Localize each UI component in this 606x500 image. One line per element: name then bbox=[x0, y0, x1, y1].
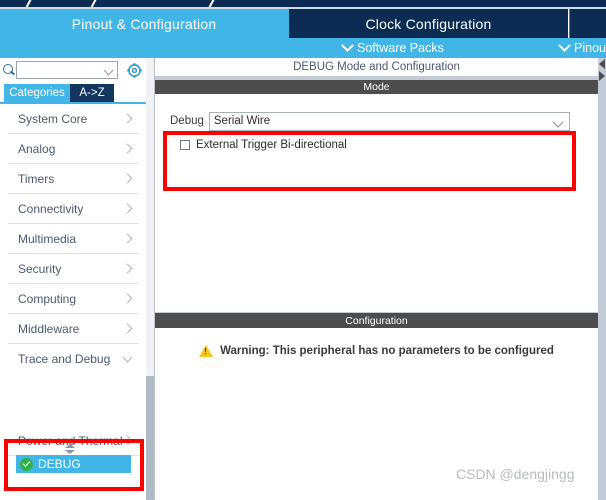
tab-overflow[interactable] bbox=[569, 9, 606, 38]
highlight-box-debug-item bbox=[4, 439, 144, 491]
application-window: Pinout & Configuration Clock Configurati… bbox=[0, 0, 606, 500]
panel-scrollbar[interactable] bbox=[598, 58, 606, 312]
panel-title: DEBUG Mode and Configuration bbox=[155, 58, 598, 76]
sidebar-item-computing[interactable]: Computing bbox=[8, 284, 139, 314]
warning-text: Warning: This peripheral has no paramete… bbox=[220, 345, 554, 357]
chevron-right-icon bbox=[122, 293, 133, 304]
tab-label: Pinout & Configuration bbox=[71, 15, 217, 32]
tab-pinout-configuration[interactable]: Pinout & Configuration bbox=[0, 9, 288, 38]
sidebar-item-analog[interactable]: Analog bbox=[8, 134, 139, 164]
chevron-right-icon bbox=[122, 203, 133, 214]
tab-label: Categories bbox=[9, 87, 65, 99]
gear-icon[interactable] bbox=[127, 62, 142, 78]
tab-a-to-z[interactable]: A->Z bbox=[70, 84, 114, 102]
category-label: Analog bbox=[18, 141, 56, 156]
software-packs-menu[interactable]: Software Packs bbox=[341, 38, 444, 58]
configuration-header-label: Configuration bbox=[345, 314, 408, 327]
mode-section-body: Debug Serial Wire External Trigger Bi-di… bbox=[155, 94, 598, 312]
tab-clock-configuration[interactable]: Clock Configuration bbox=[288, 9, 568, 38]
search-input[interactable] bbox=[19, 62, 103, 78]
search-icon bbox=[0, 58, 16, 82]
category-label: Computing bbox=[18, 291, 77, 306]
chevron-right-icon bbox=[122, 173, 133, 184]
configuration-panel: DEBUG Mode and Configuration Mode Debug … bbox=[155, 58, 606, 500]
chevron-down-icon bbox=[552, 115, 564, 128]
pinout-menu[interactable]: Pinou bbox=[558, 38, 606, 58]
scroll-left-arrow-icon[interactable] bbox=[599, 59, 605, 69]
mode-section-header: Mode bbox=[155, 80, 598, 94]
mode-header-label: Mode bbox=[363, 81, 390, 93]
window-title-strip bbox=[0, 0, 606, 11]
highlight-box-mode-fields bbox=[163, 131, 576, 191]
chevron-down-icon bbox=[558, 38, 571, 52]
chevron-right-icon bbox=[122, 113, 133, 124]
watermark: CSDN @dengjingg bbox=[456, 466, 575, 482]
configuration-section-header: Configuration bbox=[155, 313, 598, 328]
warning-triangle-icon bbox=[199, 345, 214, 357]
sidebar-scrollbar[interactable] bbox=[146, 58, 154, 500]
main-tab-bar: Pinout & Configuration Clock Configurati… bbox=[0, 9, 606, 38]
category-label: System Core bbox=[18, 111, 88, 126]
category-label: Middleware bbox=[18, 321, 80, 336]
sidebar-item-trace-and-debug[interactable]: Trace and Debug bbox=[8, 344, 139, 374]
category-label: Security bbox=[18, 261, 62, 276]
software-packs-label: Software Packs bbox=[357, 41, 444, 55]
debug-mode-select[interactable]: Serial Wire bbox=[208, 111, 570, 131]
chevron-right-icon bbox=[122, 233, 133, 244]
chevron-down-icon bbox=[341, 38, 354, 52]
debug-mode-value: Serial Wire bbox=[213, 115, 271, 127]
chevron-down-icon[interactable] bbox=[103, 65, 114, 76]
scroll-right-arrow-icon[interactable] bbox=[599, 71, 605, 81]
category-label: Trace and Debug bbox=[18, 352, 111, 366]
chevron-right-icon bbox=[122, 263, 133, 274]
sidebar-item-middleware[interactable]: Middleware bbox=[8, 314, 139, 344]
chevron-right-icon bbox=[122, 323, 133, 334]
tab-categories[interactable]: Categories bbox=[4, 84, 70, 102]
sidebar-mode-tabs: Categories A->Z bbox=[0, 84, 155, 102]
tab-label: Clock Configuration bbox=[365, 15, 492, 32]
debug-field-label: Debug bbox=[170, 115, 204, 127]
sidebar-item-system-core[interactable]: System Core bbox=[8, 104, 139, 134]
category-label: Timers bbox=[18, 171, 55, 186]
warning-row: Warning: This peripheral has no paramete… bbox=[155, 342, 598, 360]
debug-field-row: Debug Serial Wire bbox=[170, 111, 570, 131]
sidebar-item-timers[interactable]: Timers bbox=[8, 164, 139, 194]
category-label: Multimedia bbox=[18, 231, 77, 246]
search-combo[interactable] bbox=[16, 61, 118, 79]
sidebar-scrollbar-thumb[interactable] bbox=[146, 376, 154, 500]
sidebar-item-multimedia[interactable]: Multimedia bbox=[8, 224, 139, 254]
sidebar-item-security[interactable]: Security bbox=[8, 254, 139, 284]
sidebar-item-connectivity[interactable]: Connectivity bbox=[8, 194, 139, 224]
panel-title-label: DEBUG Mode and Configuration bbox=[293, 61, 460, 73]
peripheral-sidebar: Categories A->Z System Core Analog Timer… bbox=[0, 58, 155, 500]
category-label: Connectivity bbox=[18, 201, 84, 216]
search-row bbox=[0, 58, 155, 82]
chevron-down-icon bbox=[122, 352, 133, 363]
pinout-label: Pinou bbox=[574, 41, 606, 55]
sub-toolbar: Software Packs Pinou bbox=[0, 38, 606, 58]
tab-label: A->Z bbox=[79, 87, 105, 99]
chevron-right-icon bbox=[122, 143, 133, 154]
